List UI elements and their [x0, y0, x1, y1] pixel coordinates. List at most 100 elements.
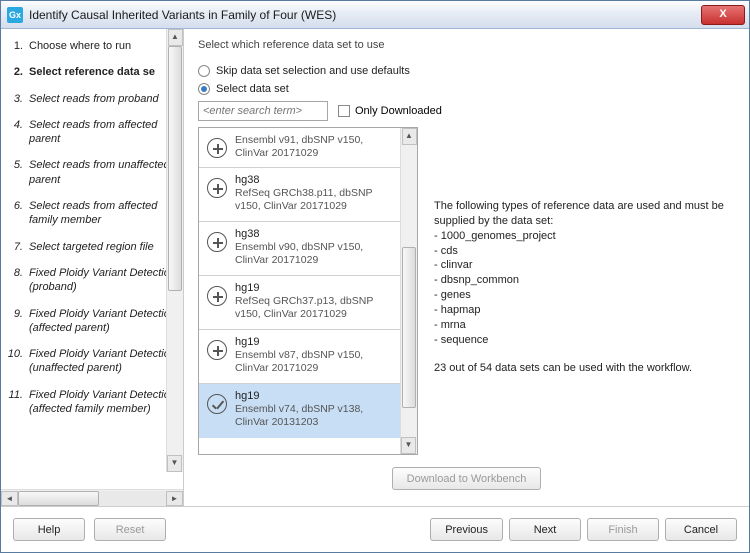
wizard-step[interactable]: 2.Select reference data se: [7, 65, 177, 79]
cancel-button[interactable]: Cancel: [665, 518, 737, 541]
dataset-list: Ensembl v91, dbSNP v150, ClinVar 2017102…: [198, 127, 418, 455]
step-label: Fixed Ploidy Variant Detection (proband): [29, 266, 177, 295]
list-vertical-scrollbar[interactable]: ▲ ▼: [400, 128, 417, 454]
dataset-title: hg38: [235, 228, 396, 240]
radio-skip-defaults[interactable]: [198, 65, 210, 77]
step-number: 5.: [7, 158, 29, 187]
required-type: - clinvar: [434, 258, 729, 273]
dataset-item[interactable]: Ensembl v91, dbSNP v150, ClinVar 2017102…: [199, 128, 400, 168]
info-panel: The following types of reference data ar…: [418, 181, 735, 455]
required-type: - sequence: [434, 333, 729, 348]
step-label: Select reads from affected parent: [29, 118, 177, 147]
dataset-item[interactable]: hg19RefSeq GRCh37.p13, dbSNP v150, ClinV…: [199, 276, 400, 330]
download-button[interactable]: Download to Workbench: [392, 467, 542, 490]
finish-button[interactable]: Finish: [587, 518, 659, 541]
check-icon: [207, 394, 227, 414]
dataset-detail: Ensembl v91, dbSNP v150, ClinVar 2017102…: [235, 134, 396, 160]
scroll-thumb[interactable]: [168, 46, 182, 291]
next-button[interactable]: Next: [509, 518, 581, 541]
steps-pane: 1.Choose where to run2.Select reference …: [1, 29, 184, 506]
help-button[interactable]: Help: [13, 518, 85, 541]
scroll-up-icon[interactable]: ▲: [402, 128, 417, 145]
footer-bar: Help Reset Previous Next Finish Cancel: [1, 506, 749, 552]
reset-button[interactable]: Reset: [94, 518, 166, 541]
scroll-down-icon[interactable]: ▼: [401, 437, 416, 454]
radio-skip-label: Skip data set selection and use defaults: [216, 65, 410, 77]
step-number: 1.: [7, 39, 29, 53]
required-type: - cds: [434, 244, 729, 259]
plus-icon: [207, 178, 227, 198]
dataset-detail: Ensembl v90, dbSNP v150, ClinVar 2017102…: [235, 241, 396, 267]
wizard-step[interactable]: 9.Fixed Ploidy Variant Detection (affect…: [7, 307, 177, 336]
dataset-detail: RefSeq GRCh38.p11, dbSNP v150, ClinVar 2…: [235, 187, 396, 213]
dataset-detail: Ensembl v87, dbSNP v150, ClinVar 2017102…: [235, 349, 396, 375]
app-icon: Gx: [7, 7, 23, 23]
info-note: 23 out of 54 data sets can be used with …: [434, 361, 729, 376]
steps-vertical-scrollbar[interactable]: ▲ ▼: [166, 29, 183, 472]
step-label: Select reads from proband: [29, 92, 177, 106]
plus-icon: [207, 138, 227, 158]
step-label: Select reference data se: [29, 65, 177, 79]
step-label: Select targeted region file: [29, 240, 177, 254]
titlebar: Gx Identify Causal Inherited Variants in…: [1, 1, 749, 29]
step-number: 6.: [7, 199, 29, 228]
only-downloaded-label: Only Downloaded: [355, 105, 442, 117]
dataset-item[interactable]: hg19Ensembl v87, dbSNP v150, ClinVar 201…: [199, 330, 400, 384]
step-label: Fixed Ploidy Variant Detection (affected…: [29, 307, 177, 336]
dataset-title: hg19: [235, 282, 396, 294]
dataset-detail: Ensembl v74, dbSNP v138, ClinVar 2013120…: [235, 403, 396, 429]
wizard-step[interactable]: 4.Select reads from affected parent: [7, 118, 177, 147]
radio-select-dataset[interactable]: [198, 83, 210, 95]
dataset-title: hg38: [235, 174, 396, 186]
wizard-step[interactable]: 11.Fixed Ploidy Variant Detection (affec…: [7, 388, 177, 417]
panel-prompt: Select which reference data set to use: [198, 39, 735, 51]
close-button[interactable]: X: [701, 5, 745, 25]
steps-horizontal-scrollbar[interactable]: ◄ ►: [1, 489, 183, 506]
step-label: Fixed Ploidy Variant Detection (unaffect…: [29, 347, 177, 376]
scroll-left-icon[interactable]: ◄: [1, 491, 18, 506]
info-intro: The following types of reference data ar…: [434, 199, 729, 229]
step-label: Fixed Ploidy Variant Detection (affected…: [29, 388, 177, 417]
wizard-step[interactable]: 6.Select reads from affected family memb…: [7, 199, 177, 228]
window-title: Identify Causal Inherited Variants in Fa…: [29, 8, 701, 22]
step-label: Choose where to run: [29, 39, 177, 53]
step-number: 8.: [7, 266, 29, 295]
step-number: 7.: [7, 240, 29, 254]
wizard-step[interactable]: 5.Select reads from unaffected parent: [7, 158, 177, 187]
plus-icon: [207, 286, 227, 306]
step-number: 10.: [7, 347, 29, 376]
scroll-up-icon[interactable]: ▲: [168, 29, 183, 46]
wizard-step[interactable]: 3.Select reads from proband: [7, 92, 177, 106]
required-type: - genes: [434, 288, 729, 303]
search-input[interactable]: [198, 101, 328, 121]
plus-icon: [207, 232, 227, 252]
wizard-step[interactable]: 10.Fixed Ploidy Variant Detection (unaff…: [7, 347, 177, 376]
dataset-item[interactable]: hg19Ensembl v74, dbSNP v138, ClinVar 201…: [199, 384, 400, 438]
step-number: 3.: [7, 92, 29, 106]
scroll-down-icon[interactable]: ▼: [167, 455, 182, 472]
step-number: 11.: [7, 388, 29, 417]
scroll-thumb[interactable]: [18, 491, 99, 506]
step-label: Select reads from unaffected parent: [29, 158, 177, 187]
wizard-step[interactable]: 7.Select targeted region file: [7, 240, 177, 254]
required-type: - dbsnp_common: [434, 273, 729, 288]
dataset-detail: RefSeq GRCh37.p13, dbSNP v150, ClinVar 2…: [235, 295, 396, 321]
required-type: - hapmap: [434, 303, 729, 318]
wizard-step[interactable]: 8.Fixed Ploidy Variant Detection (proban…: [7, 266, 177, 295]
wizard-step[interactable]: 1.Choose where to run: [7, 39, 177, 53]
only-downloaded-checkbox[interactable]: [338, 105, 350, 117]
dataset-title: hg19: [235, 336, 396, 348]
step-label: Select reads from affected family member: [29, 199, 177, 228]
scroll-thumb[interactable]: [402, 247, 416, 408]
step-number: 2.: [7, 65, 29, 79]
plus-icon: [207, 340, 227, 360]
scroll-right-icon[interactable]: ►: [166, 491, 183, 506]
dataset-item[interactable]: hg38RefSeq GRCh38.p11, dbSNP v150, ClinV…: [199, 168, 400, 222]
step-number: 4.: [7, 118, 29, 147]
main-panel: Select which reference data set to use S…: [184, 29, 749, 506]
dataset-title: hg19: [235, 390, 396, 402]
previous-button[interactable]: Previous: [430, 518, 503, 541]
required-type: - 1000_genomes_project: [434, 229, 729, 244]
dataset-item[interactable]: hg38Ensembl v90, dbSNP v150, ClinVar 201…: [199, 222, 400, 276]
radio-select-label: Select data set: [216, 83, 289, 95]
